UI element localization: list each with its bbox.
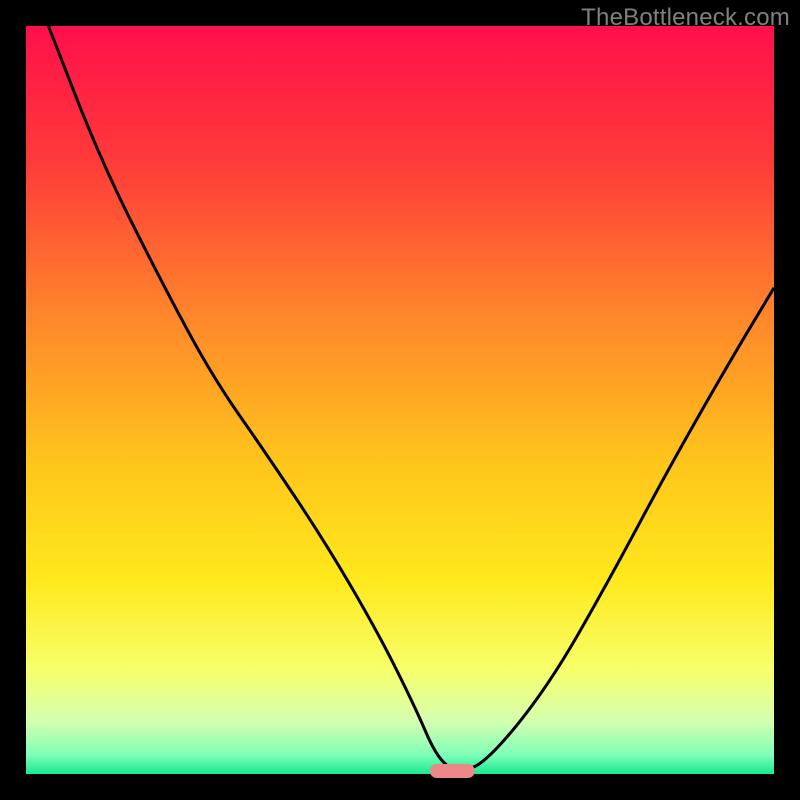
chart-container: TheBottleneck.com (0, 0, 800, 800)
optimal-marker (430, 764, 475, 778)
bottleneck-chart (0, 0, 800, 800)
watermark-text: TheBottleneck.com (581, 4, 790, 32)
plot-background (26, 26, 774, 774)
